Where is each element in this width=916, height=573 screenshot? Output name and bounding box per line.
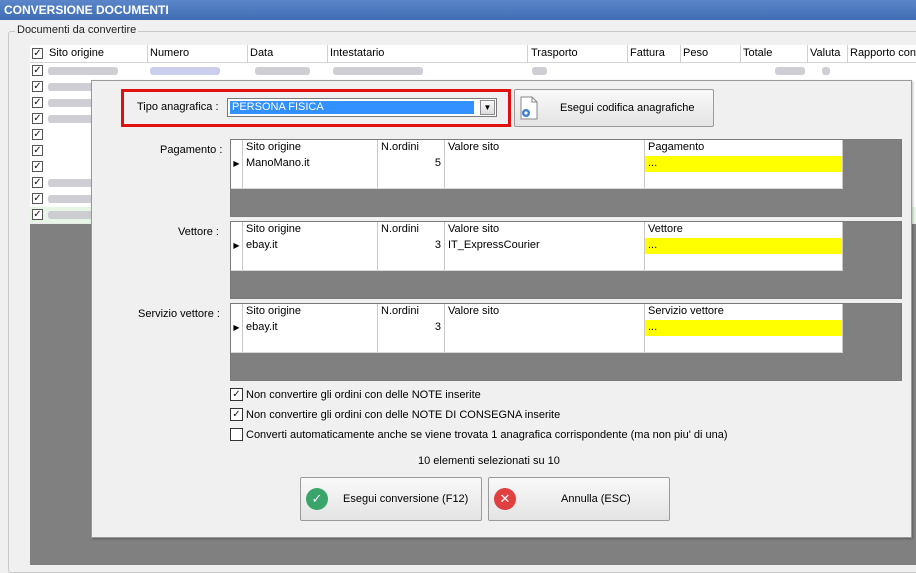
row-checkbox[interactable]: ✓ [32,97,43,108]
row-pointer-icon: ▶ [231,320,243,336]
col-fattura[interactable]: Fattura [630,47,665,59]
col-header: Vettore [645,222,843,238]
document-gear-icon [520,96,538,120]
row-checkbox[interactable]: ✓ [32,161,43,172]
col-rapporto[interactable]: Rapporto con [850,47,916,59]
option-auto-convert-checkbox[interactable] [230,428,243,441]
servizio-vettore-select-cell[interactable]: ... [645,320,843,336]
col-header: Valore sito [445,222,645,238]
col-header: Sito origine [243,304,378,320]
col-data[interactable]: Data [250,47,273,59]
col-intestatario[interactable]: Intestatario [330,47,384,59]
selection-status: 10 elementi selezionati su 10 [418,455,560,467]
check-icon: ✓ [306,488,328,510]
vettore-label: Vettore : [178,226,219,238]
window-title: CONVERSIONE DOCUMENTI [0,0,916,20]
row-checkbox[interactable]: ✓ [32,65,43,76]
redacted-cell [775,67,805,75]
row-checkbox[interactable]: ✓ [32,193,43,204]
row-checkbox[interactable]: ✓ [32,113,43,124]
close-icon: ✕ [494,488,516,510]
documents-table-header: ✓ Sito origine Numero Data Intestatario … [30,45,916,63]
col-header: Valore sito [445,140,645,156]
col-trasporto[interactable]: Trasporto [531,47,578,59]
col-totale[interactable]: Totale [743,47,772,59]
servizio-vettore-label: Servizio vettore : [138,308,220,320]
cancel-button-label: Annulla (ESC) [561,493,631,505]
vettore-grid[interactable]: Sito origine N.ordini Valore sito Vettor… [230,221,902,299]
col-header: Sito origine [243,222,378,238]
pagamento-grid[interactable]: Sito origine N.ordini Valore sito Pagame… [230,139,902,217]
col-valuta[interactable]: Valuta [810,47,840,59]
table-row[interactable]: ▶ ebay.it 3 ... [231,320,843,337]
table-row [231,254,843,271]
row-checkbox[interactable]: ✓ [32,145,43,156]
tipo-anagrafica-select[interactable]: PERSONA FISICA ▼ [227,98,497,117]
option-no-note-label[interactable]: Non convertire gli ordini con delle NOTE… [246,389,481,401]
redacted-cell [255,67,310,75]
select-all-checkbox[interactable]: ✓ [32,48,43,59]
col-numero[interactable]: Numero [150,47,189,59]
cancel-button[interactable]: ✕ Annulla (ESC) [488,477,670,521]
col-header: N.ordini [378,140,445,156]
codifica-button-label: Esegui codifica anagrafiche [560,102,695,114]
convert-button[interactable]: ✓ Esegui conversione (F12) [300,477,482,521]
redacted-cell [48,67,118,75]
col-header: N.ordini [378,222,445,238]
col-peso[interactable]: Peso [683,47,708,59]
chevron-down-icon[interactable]: ▼ [480,100,495,115]
table-row [231,336,843,353]
redacted-cell [532,67,547,75]
option-no-note-checkbox[interactable]: ✓ [230,388,243,401]
row-checkbox[interactable]: ✓ [32,81,43,92]
vettore-select-cell[interactable]: ... [645,238,843,254]
option-no-note-consegna-checkbox[interactable]: ✓ [230,408,243,421]
row-pointer-icon: ▶ [231,238,243,254]
codifica-anagrafiche-button[interactable]: Esegui codifica anagrafiche [514,89,714,127]
table-row[interactable]: ▶ ebay.it 3 IT_ExpressCourier ... [231,238,843,255]
col-header: N.ordini [378,304,445,320]
col-header: Valore sito [445,304,645,320]
col-header: Sito origine [243,140,378,156]
row-checkbox[interactable]: ✓ [32,129,43,140]
col-sito-origine[interactable]: Sito origine [49,47,104,59]
row-checkbox[interactable]: ✓ [32,177,43,188]
option-no-note-consegna-label[interactable]: Non convertire gli ordini con delle NOTE… [246,409,560,421]
tipo-anagrafica-value: PERSONA FISICA [230,101,474,114]
row-checkbox[interactable]: ✓ [32,209,43,220]
table-row[interactable]: ▶ ManoMano.it 5 ... [231,156,843,173]
convert-button-label: Esegui conversione (F12) [343,493,469,505]
pagamento-label: Pagamento : [160,144,223,156]
redacted-cell [333,67,423,75]
option-auto-convert-label[interactable]: Converti automaticamente anche se viene … [246,429,728,441]
table-row [231,172,843,189]
row-pointer-icon: ▶ [231,156,243,172]
redacted-cell [150,67,220,75]
pagamento-select-cell[interactable]: ... [645,156,843,172]
tipo-anagrafica-label: Tipo anagrafica : [137,101,219,113]
groupbox-label: Documenti da convertire [15,24,139,36]
col-header: Pagamento [645,140,843,156]
servizio-vettore-grid[interactable]: Sito origine N.ordini Valore sito Serviz… [230,303,902,381]
table-row[interactable]: ✓ [30,63,916,80]
redacted-cell [822,67,830,75]
col-header: Servizio vettore [645,304,843,320]
